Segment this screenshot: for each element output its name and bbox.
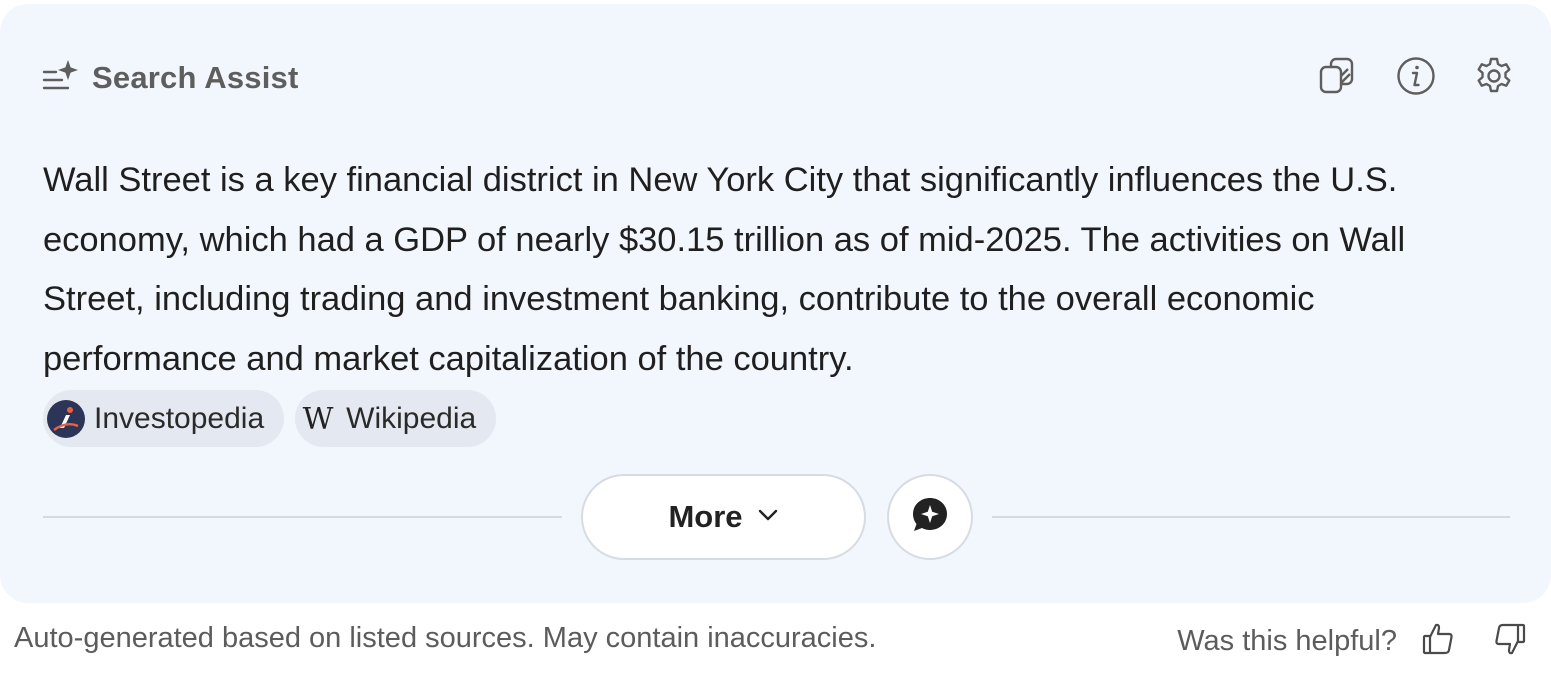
thumbs-up-icon	[1422, 622, 1454, 661]
more-button-label: More	[668, 499, 743, 534]
thumbs-down-button[interactable]	[1491, 620, 1529, 662]
disclaimer-text: Auto-generated based on listed sources. …	[14, 622, 877, 654]
info-button[interactable]	[1395, 52, 1437, 100]
thumbs-up-button[interactable]	[1419, 620, 1457, 662]
source-chip-label: Wikipedia	[346, 401, 477, 435]
settings-button[interactable]	[1473, 52, 1515, 100]
search-assist-card: Search Assist Wall Street is a key finan…	[0, 4, 1551, 603]
copy-icon	[1318, 56, 1358, 96]
copy-button[interactable]	[1317, 52, 1359, 100]
source-chips: Investopedia W Wikipedia	[43, 390, 497, 447]
chat-sparkle-icon	[911, 496, 949, 539]
wikipedia-logo-icon: W	[299, 400, 337, 438]
search-assist-header: Search Assist	[42, 56, 299, 100]
divider-right	[992, 516, 1510, 518]
helpful-label: Was this helpful?	[1177, 624, 1397, 657]
source-chip-investopedia[interactable]: Investopedia	[43, 390, 285, 447]
feedback-bar: Was this helpful?	[1177, 620, 1529, 662]
divider-left	[43, 516, 562, 518]
thumbs-down-icon	[1494, 622, 1526, 661]
header-toolbar	[1317, 52, 1515, 100]
source-chip-wikipedia[interactable]: W Wikipedia	[295, 390, 497, 447]
svg-text:W: W	[303, 402, 334, 437]
source-chip-label: Investopedia	[94, 401, 265, 435]
more-button[interactable]: More	[581, 474, 866, 560]
info-icon	[1396, 56, 1436, 96]
chat-button[interactable]	[887, 474, 973, 560]
investopedia-logo-icon	[47, 399, 85, 438]
chevron-down-icon	[757, 508, 779, 527]
settings-gear-icon	[1474, 56, 1514, 96]
search-assist-title: Search Assist	[92, 60, 299, 95]
sparkle-list-icon	[42, 58, 82, 98]
answer-text: Wall Street is a key financial district …	[43, 161, 1406, 378]
